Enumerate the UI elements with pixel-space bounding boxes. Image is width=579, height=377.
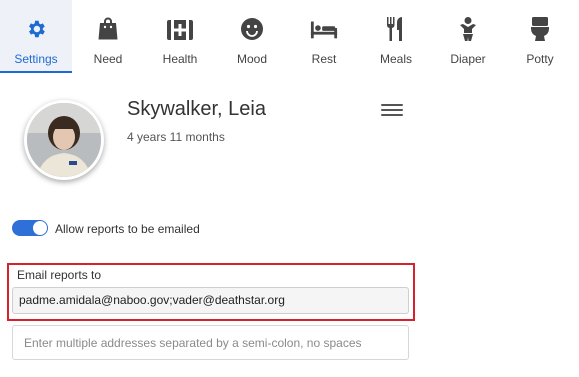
email-reports-field[interactable]: padme.amidala@naboo.gov;vader@deathstar.… [12,287,409,314]
baby-icon [454,15,482,43]
tab-label: Diaper [450,52,486,66]
email-toggle-label: Allow reports to be emailed [55,222,200,236]
tab-settings[interactable]: Settings [0,0,72,73]
tab-diaper[interactable]: Diaper [432,0,504,73]
smiley-icon [238,15,266,43]
tab-mood[interactable]: Mood [216,0,288,73]
tab-potty[interactable]: Potty [504,0,576,73]
fork-knife-icon [382,15,410,43]
tab-need[interactable]: Need [72,0,144,73]
bed-icon [310,15,338,43]
gear-icon [22,15,50,43]
child-age: 4 years 11 months [127,130,225,144]
tab-label: Settings [14,52,58,66]
tab-meals[interactable]: Meals [360,0,432,73]
email-reports-toggle[interactable] [12,220,48,236]
tab-rest[interactable]: Rest [288,0,360,73]
tab-label: Potty [526,52,554,66]
tab-label: Health [162,52,198,66]
tab-health[interactable]: Health [144,0,216,73]
tab-label: Meals [379,52,412,66]
child-name: Skywalker, Leia [127,98,266,120]
hamburger-menu-icon[interactable] [381,101,403,119]
tab-label: Rest [311,52,337,66]
tab-bar: Settings Need Health Mood Rest Meals Dia… [0,0,579,73]
tab-label: Need [93,52,123,66]
email-addresses-input[interactable] [12,325,409,360]
toilet-icon [526,15,554,43]
avatar [24,100,104,180]
bag-icon [94,15,122,43]
tab-label: Mood [236,52,268,66]
toggle-knob [33,221,47,235]
email-reports-label: Email reports to [17,268,102,282]
medical-kit-icon [166,15,194,43]
